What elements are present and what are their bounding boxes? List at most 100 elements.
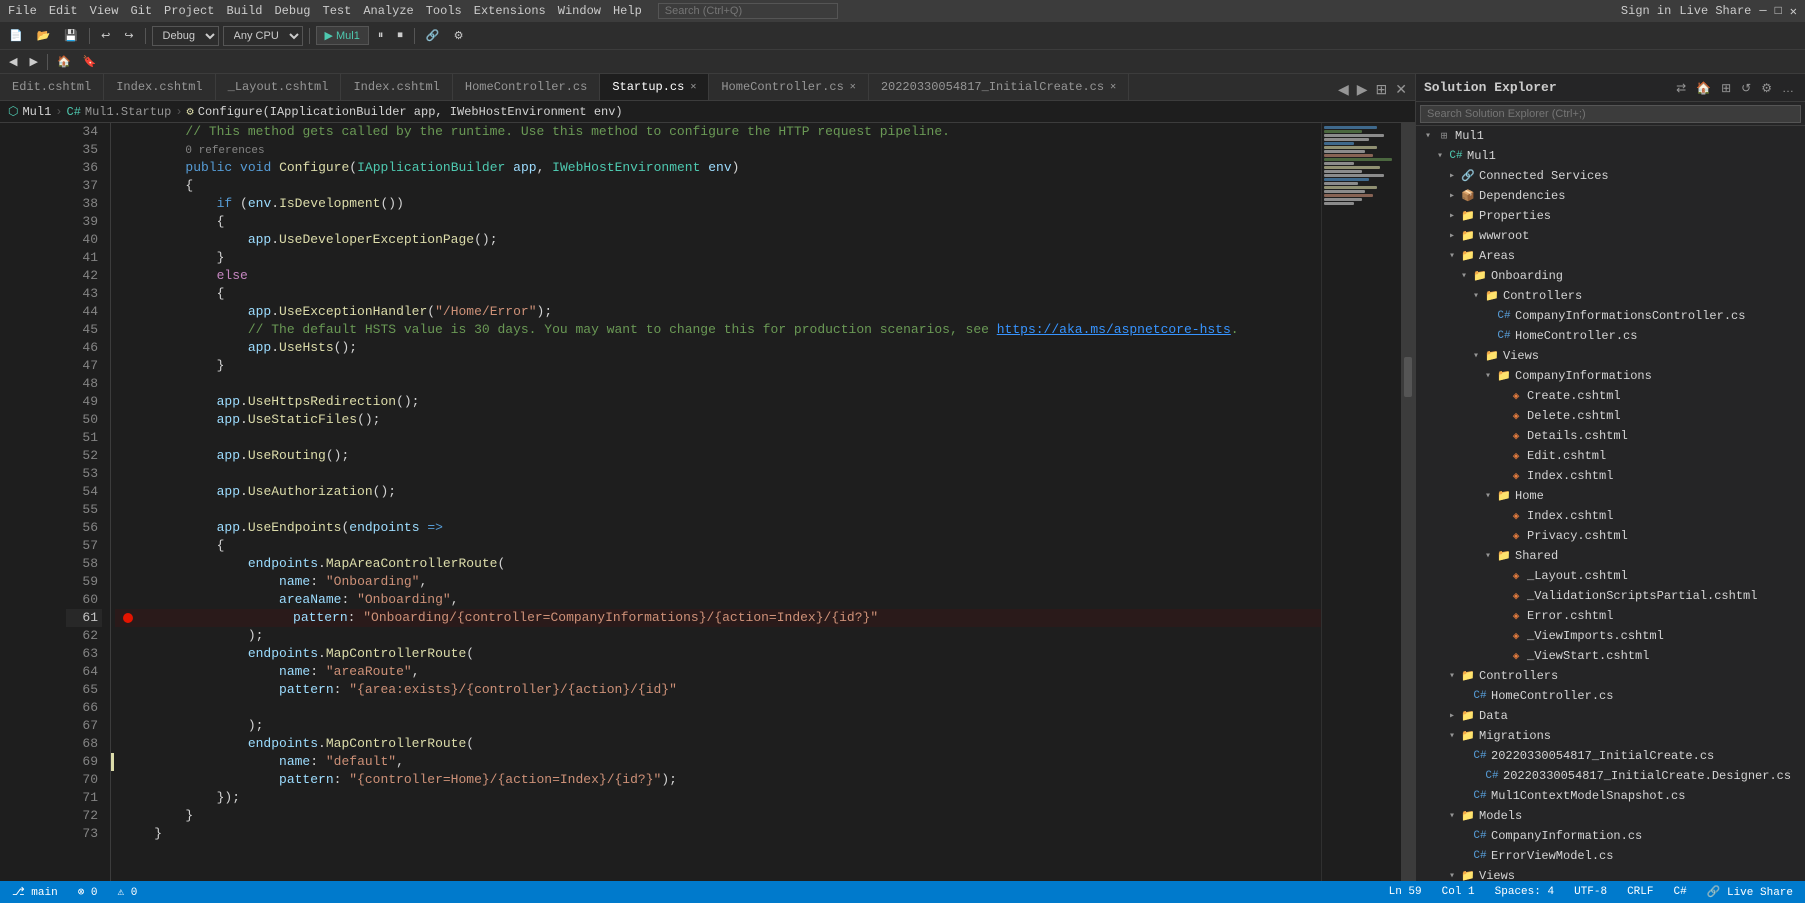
tree-item-create-cshtml[interactable]: ◈Create.cshtml: [1416, 386, 1805, 406]
status-live-share[interactable]: 🔗 Live Share: [1703, 885, 1797, 899]
se-filter-button[interactable]: ⊞: [1718, 80, 1734, 96]
menu-bar[interactable]: File Edit View Git Project Build Debug T…: [8, 4, 642, 18]
toolbar-save[interactable]: 💾: [59, 26, 83, 45]
menu-view[interactable]: View: [90, 4, 119, 18]
tree-item-layout-cshtml[interactable]: ◈_Layout.cshtml: [1416, 566, 1805, 586]
tab-edit-cshtml[interactable]: Edit.cshtml: [0, 74, 104, 100]
tree-item-home-ctrl-main[interactable]: C#HomeController.cs: [1416, 686, 1805, 706]
tree-item-migrations-folder[interactable]: ▾📁Migrations: [1416, 726, 1805, 746]
tree-item-index-cshtml-ci[interactable]: ◈Index.cshtml: [1416, 466, 1805, 486]
code-line-43[interactable]: {: [115, 285, 1321, 303]
menu-build[interactable]: Build: [226, 4, 262, 18]
tab-split-editor[interactable]: ⊞: [1372, 79, 1392, 100]
tree-item-error-cshtml[interactable]: ◈Error.cshtml: [1416, 606, 1805, 626]
code-line-64[interactable]: name: "areaRoute",: [115, 663, 1321, 681]
tab-index-cshtml[interactable]: Index.cshtml: [104, 74, 215, 100]
breadcrumb-part1[interactable]: Mul1: [22, 105, 51, 119]
tree-item-index-cshtml-home[interactable]: ◈Index.cshtml: [1416, 506, 1805, 526]
tree-item-delete-cshtml[interactable]: ◈Delete.cshtml: [1416, 406, 1805, 426]
code-line-57[interactable]: {: [115, 537, 1321, 555]
code-line-44[interactable]: app.UseExceptionHandler("/Home/Error");: [115, 303, 1321, 321]
scrollbar-thumb[interactable]: [1404, 357, 1412, 397]
code-line-66[interactable]: [115, 699, 1321, 717]
tab-close-all[interactable]: ✕: [1391, 79, 1411, 100]
code-line-62[interactable]: );: [115, 627, 1321, 645]
se-home-button[interactable]: 🏠: [1693, 80, 1714, 96]
se-more-button[interactable]: …: [1779, 80, 1797, 96]
debug-config-dropdown[interactable]: Debug: [152, 26, 219, 46]
code-line-52[interactable]: app.UseRouting();: [115, 447, 1321, 465]
tree-item-controllers-main[interactable]: ▾📁Controllers: [1416, 666, 1805, 686]
tree-arrow-mul1-proj[interactable]: ▾: [1432, 150, 1448, 162]
tab-homecontroller2[interactable]: HomeController.cs ✕: [709, 74, 868, 100]
toolbar-more[interactable]: ⚙: [449, 26, 469, 45]
tree-item-shared-folder[interactable]: ▾📁Shared: [1416, 546, 1805, 566]
tree-item-wwwroot[interactable]: ▸📁wwwroot: [1416, 226, 1805, 246]
code-line-67[interactable]: );: [115, 717, 1321, 735]
tree-arrow-company-informations-folder[interactable]: ▾: [1480, 370, 1496, 382]
code-content[interactable]: // This method gets called by the runtim…: [115, 123, 1321, 903]
se-settings-button[interactable]: ⚙: [1758, 80, 1775, 96]
tree-item-company-info-model[interactable]: C#CompanyInformation.cs: [1416, 826, 1805, 846]
breadcrumb-part2[interactable]: Mul1.Startup: [85, 105, 171, 119]
menu-project[interactable]: Project: [164, 4, 214, 18]
sign-in-button[interactable]: Sign in: [1621, 4, 1671, 18]
code-line-42[interactable]: else: [115, 267, 1321, 285]
window-minimize-button[interactable]: ─: [1759, 4, 1766, 18]
global-search-input[interactable]: [658, 3, 838, 19]
code-line-65[interactable]: pattern: "{area:exists}/{controller}/{ac…: [115, 681, 1321, 699]
menu-help[interactable]: Help: [613, 4, 642, 18]
toolbar-open[interactable]: 📂: [32, 26, 56, 45]
editor-scrollbar[interactable]: [1401, 123, 1415, 903]
code-line-46[interactable]: app.UseHsts();: [115, 339, 1321, 357]
tree-item-viewstart-cshtml[interactable]: ◈_ViewStart.cshtml: [1416, 646, 1805, 666]
status-col[interactable]: Col 1: [1438, 886, 1479, 898]
tab-close-initial[interactable]: ✕: [1110, 81, 1116, 93]
tab-initial-create[interactable]: 20220330054817_InitialCreate.cs ✕: [869, 74, 1129, 100]
code-line-41[interactable]: }: [115, 249, 1321, 267]
back-button[interactable]: ◀: [4, 52, 22, 71]
tree-arrow-properties[interactable]: ▸: [1444, 210, 1460, 222]
code-line-68[interactable]: endpoints.MapControllerRoute(: [115, 735, 1321, 753]
code-line-45[interactable]: // The default HSTS value is 30 days. Yo…: [115, 321, 1321, 339]
tab-close-home2[interactable]: ✕: [850, 81, 856, 93]
status-errors[interactable]: ⊗ 0: [74, 885, 102, 899]
tree-arrow-connected-services[interactable]: ▸: [1444, 170, 1460, 182]
tree-arrow-wwwroot[interactable]: ▸: [1444, 230, 1460, 242]
tree-item-validation-partial[interactable]: ◈_ValidationScriptsPartial.cshtml: [1416, 586, 1805, 606]
tab-homecontroller[interactable]: HomeController.cs: [453, 74, 600, 100]
code-line-63[interactable]: endpoints.MapControllerRoute(: [115, 645, 1321, 663]
code-line-69[interactable]: name: "default",: [115, 753, 1321, 771]
tree-arrow-migrations-folder[interactable]: ▾: [1444, 730, 1460, 742]
code-line-49[interactable]: app.UseHttpsRedirection();: [115, 393, 1321, 411]
tree-item-data-folder[interactable]: ▸📁Data: [1416, 706, 1805, 726]
menu-extensions[interactable]: Extensions: [474, 4, 546, 18]
tree-item-company-informations-folder[interactable]: ▾📁CompanyInformations: [1416, 366, 1805, 386]
code-line-55[interactable]: [115, 501, 1321, 519]
window-maximize-button[interactable]: □: [1775, 4, 1782, 18]
menu-tools[interactable]: Tools: [426, 4, 462, 18]
menu-debug[interactable]: Debug: [274, 4, 310, 18]
menu-edit[interactable]: Edit: [49, 4, 78, 18]
code-line-71[interactable]: });: [115, 789, 1321, 807]
tree-item-details-cshtml[interactable]: ◈Details.cshtml: [1416, 426, 1805, 446]
tab-close-startup[interactable]: ✕: [690, 81, 696, 93]
code-line-34[interactable]: // This method gets called by the runtim…: [115, 123, 1321, 141]
tree-item-areas[interactable]: ▾📁Areas: [1416, 246, 1805, 266]
tree-arrow-data-folder[interactable]: ▸: [1444, 710, 1460, 722]
menu-file[interactable]: File: [8, 4, 37, 18]
live-share-button[interactable]: Live Share: [1679, 4, 1751, 18]
tree-arrow-models-folder[interactable]: ▾: [1444, 810, 1460, 822]
code-line-60[interactable]: areaName: "Onboarding",: [115, 591, 1321, 609]
status-warnings[interactable]: ⚠ 0: [114, 885, 142, 899]
tree-item-model-snapshot[interactable]: C#Mul1ContextModelSnapshot.cs: [1416, 786, 1805, 806]
code-line-48[interactable]: [115, 375, 1321, 393]
menu-test[interactable]: Test: [323, 4, 352, 18]
tree-arrow-dependencies[interactable]: ▸: [1444, 190, 1460, 202]
status-language[interactable]: C#: [1669, 886, 1690, 898]
se-refresh-button[interactable]: ↺: [1738, 80, 1754, 96]
tree-item-error-view-model[interactable]: C#ErrorViewModel.cs: [1416, 846, 1805, 866]
tree-arrow-controllers-onboarding[interactable]: ▾: [1468, 290, 1484, 302]
tree-item-company-info-ctrl[interactable]: C#CompanyInformationsController.cs: [1416, 306, 1805, 326]
status-spaces[interactable]: Spaces: 4: [1491, 886, 1558, 898]
